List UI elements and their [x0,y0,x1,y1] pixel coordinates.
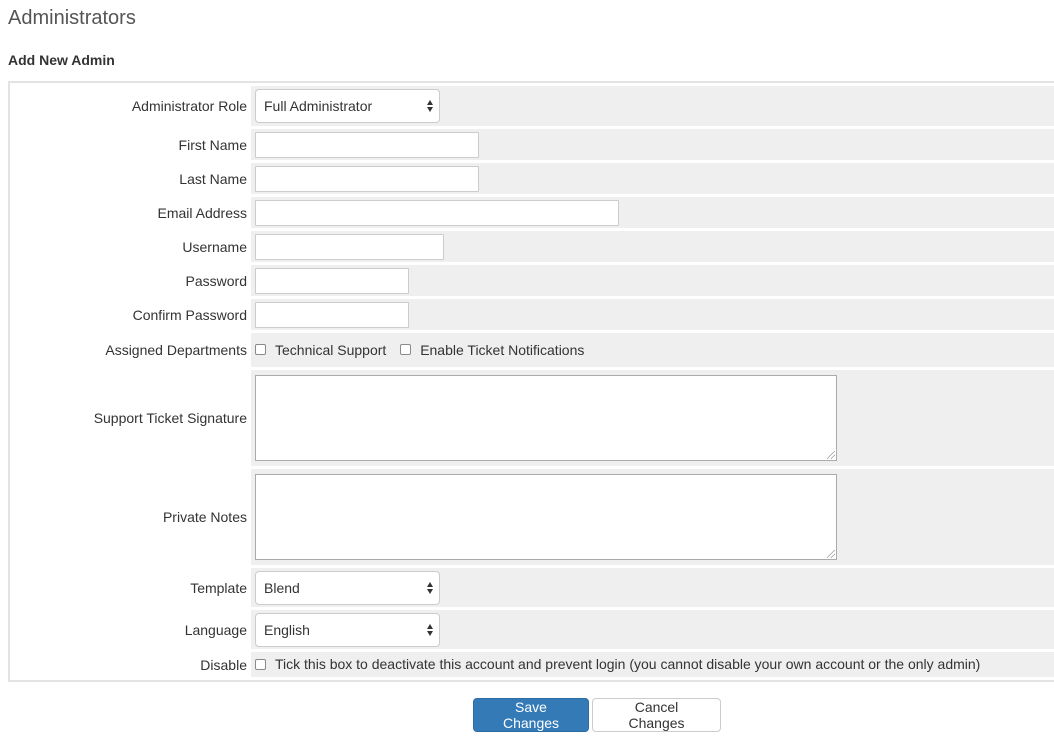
ticket-notifications-checkbox[interactable]: Enable Ticket Notifications [400,342,584,358]
password-label: Password [10,265,251,296]
select-arrows-icon [427,581,434,594]
page-title: Administrators [8,7,136,29]
departments-label: Assigned Departments [10,333,251,367]
disable-label: Disable [10,652,251,677]
password-input[interactable] [255,267,409,294]
template-select[interactable]: Blend [255,570,440,605]
disable-checkbox[interactable]: Tick this box to deactivate this account… [255,656,980,672]
disable-row: Disable Tick this box to deactivate this… [10,652,1054,677]
ticket-notifications-label: Enable Ticket Notifications [420,341,585,358]
email-row: Email Address [10,197,1054,228]
notes-row: Private Notes [10,469,1054,565]
form-actions: Save Changes Cancel Changes [473,698,721,732]
technical-support-label: Technical Support [275,341,387,358]
username-label: Username [10,231,251,262]
signature-row: Support Ticket Signature [10,370,1054,466]
checkbox-icon[interactable] [255,658,266,670]
add-admin-form: Administrator Role Full Administrator Fi… [8,81,1054,682]
first-name-label: First Name [10,129,251,160]
role-select[interactable]: Full Administrator [255,89,440,123]
last-name-input[interactable] [255,165,479,192]
role-row: Administrator Role Full Administrator [10,86,1054,126]
email-label: Email Address [10,197,251,228]
first-name-row: First Name [10,129,1054,160]
departments-row: Assigned Departments Technical Support E… [10,333,1054,367]
last-name-row: Last Name [10,163,1054,194]
select-arrows-icon [427,623,434,636]
template-label: Template [10,568,251,607]
first-name-input[interactable] [255,131,479,158]
language-row: Language English [10,610,1054,649]
form-table: Administrator Role Full Administrator Fi… [10,83,1054,680]
checkbox-icon[interactable] [400,344,412,356]
disable-checkbox-label: Tick this box to deactivate this account… [275,656,981,673]
confirm-password-label: Confirm Password [10,299,251,330]
language-label: Language [10,610,251,649]
section-title: Add New Admin [8,52,115,68]
username-row: Username [10,231,1054,262]
signature-label: Support Ticket Signature [10,370,251,466]
username-input[interactable] [255,233,444,260]
save-changes-button[interactable]: Save Changes [473,698,589,732]
notes-label: Private Notes [10,469,251,565]
language-select[interactable]: English [255,612,440,647]
notes-textarea[interactable] [255,474,837,560]
technical-support-checkbox[interactable]: Technical Support [255,342,386,358]
resize-grip-icon[interactable] [827,451,835,459]
last-name-label: Last Name [10,163,251,194]
role-label: Administrator Role [10,86,251,126]
signature-textarea[interactable] [255,375,837,461]
cancel-changes-button[interactable]: Cancel Changes [592,698,721,732]
confirm-password-input[interactable] [255,301,409,328]
template-select-value: Blend [264,579,300,596]
confirm-password-row: Confirm Password [10,299,1054,330]
email-input[interactable] [255,199,619,226]
template-row: Template Blend [10,568,1054,607]
role-select-value: Full Administrator [264,98,373,114]
checkbox-icon[interactable] [255,344,266,356]
password-row: Password [10,265,1054,296]
language-select-value: English [264,621,310,638]
resize-grip-icon[interactable] [827,550,835,558]
select-arrows-icon [427,100,434,112]
